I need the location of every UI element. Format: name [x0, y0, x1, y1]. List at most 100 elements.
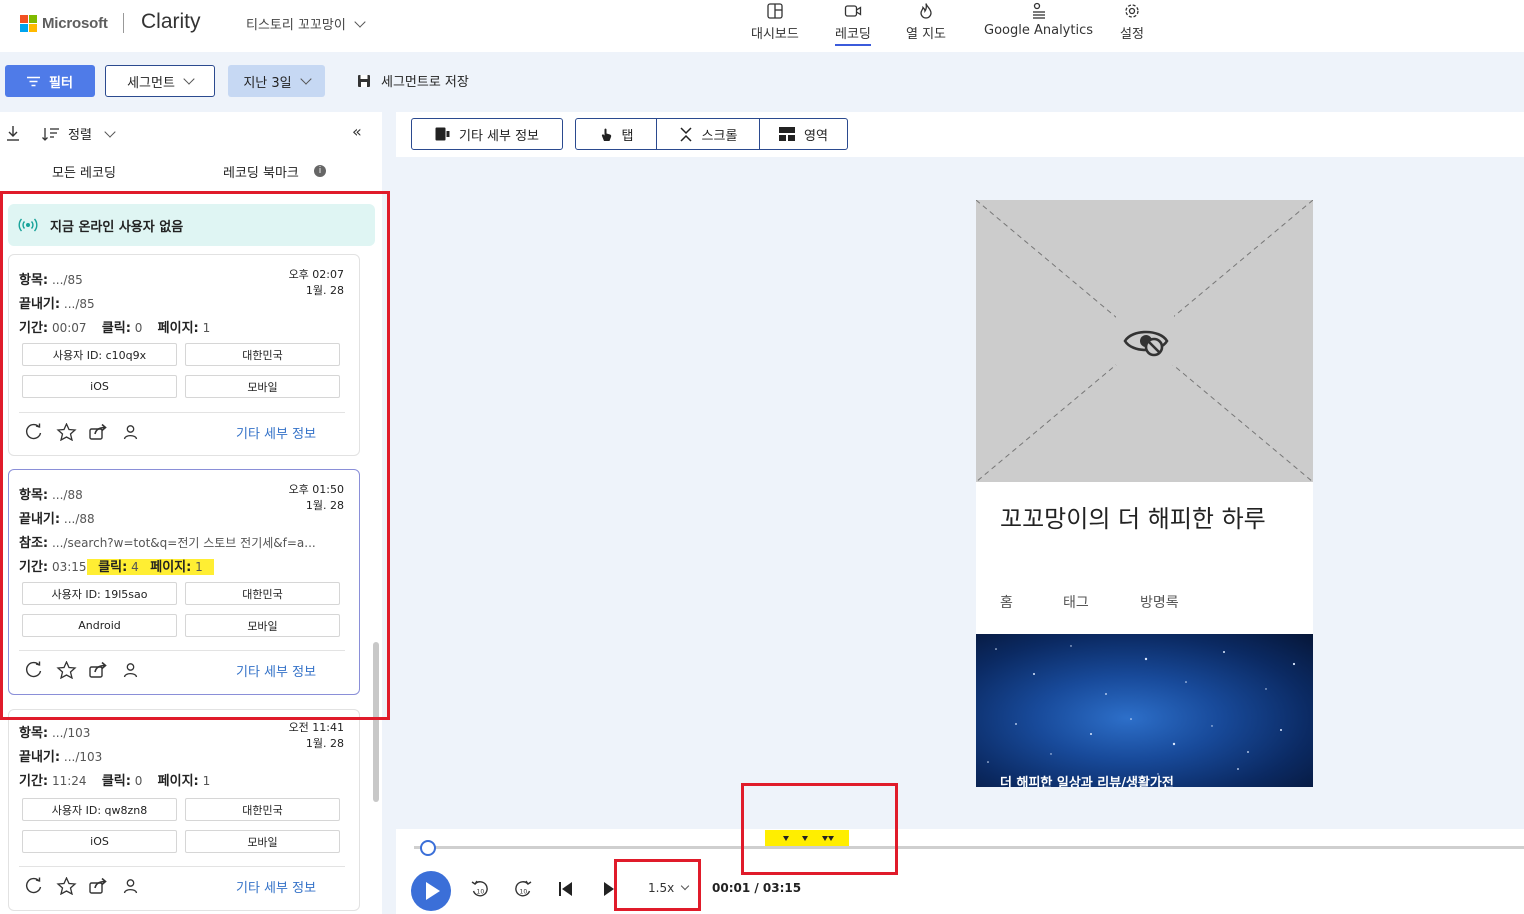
user-icon[interactable]: [120, 877, 141, 895]
scroll-toggle[interactable]: 스크롤: [656, 119, 759, 149]
save-segment-label: 세그먼트로 저장: [381, 75, 469, 90]
device-chip: 모바일: [185, 830, 340, 853]
forward-10-icon[interactable]: 10: [513, 879, 533, 899]
nav-label: 레코딩: [835, 23, 871, 46]
pages-label: 페이지:: [157, 774, 199, 789]
user-id-chip: 사용자 ID: qw8zn8: [22, 798, 177, 821]
duration-label: 기간:: [19, 774, 49, 789]
filter-label: 필터: [49, 75, 73, 91]
analytics-icon: [1030, 2, 1048, 20]
sort-label: 정렬: [68, 128, 92, 143]
card-divider: [19, 866, 345, 867]
play-icon: [426, 882, 440, 900]
area-toggle[interactable]: 영역: [759, 119, 847, 149]
star-icon[interactable]: [56, 877, 77, 895]
clicks-value: 0: [134, 774, 143, 788]
session-replay-viewport[interactable]: 꼬꼬망이의 더 해피한 하루 홈 태그 방명록 더 해피한 일상과 리뷰/생활가…: [976, 200, 1313, 787]
duration-value: 11:24: [51, 774, 87, 788]
list-tools: 정렬 «: [6, 122, 376, 144]
chevron-down-icon: [354, 15, 366, 28]
save-icon: [358, 74, 370, 87]
segment-dropdown[interactable]: 세그먼트: [105, 65, 215, 97]
recording-time: 오전 11:41: [288, 721, 344, 734]
details-label: 기타 세부 정보: [458, 128, 540, 144]
more-details-link[interactable]: 기타 세부 정보: [236, 877, 316, 896]
blog-nav-home[interactable]: 홈: [1000, 592, 1013, 612]
blog-title: 꼬꼬망이의 더 해피한 하루: [1000, 505, 1266, 533]
share-icon[interactable]: [88, 877, 109, 895]
os-chip: iOS: [22, 830, 177, 853]
sort-dropdown[interactable]: 정렬: [42, 124, 116, 143]
area-label: 영역: [804, 128, 828, 144]
video-icon: [844, 2, 862, 20]
nav-label: 설정: [1120, 27, 1144, 42]
microsoft-wordmark: Microsoft: [42, 15, 108, 32]
filter-button[interactable]: 필터: [5, 65, 95, 97]
skip-back-icon[interactable]: [557, 881, 575, 897]
playback-controls: 10 10 1.5x 00:01 / 03:15: [396, 829, 1524, 914]
dashboard-icon: [766, 2, 784, 20]
date-range-dropdown[interactable]: 지난 3일: [228, 65, 325, 97]
stats-row: 기간: 11:24 클릭: 0 페이지: 1: [19, 770, 210, 789]
details-button[interactable]: 기타 세부 정보: [411, 118, 563, 150]
overlay-toggle-group: 탭 스크롤 영역: [575, 118, 848, 150]
refresh-icon[interactable]: [24, 877, 45, 895]
rewind-10-icon[interactable]: 10: [470, 879, 490, 899]
entry-row: 항목: .../103: [19, 722, 90, 741]
details-panel-icon: [435, 127, 450, 141]
clicks-label: 클릭:: [101, 774, 131, 789]
nav-recordings[interactable]: 레코딩: [835, 2, 871, 46]
entry-label: 항목:: [19, 726, 49, 741]
date-range-label: 지난 3일: [243, 75, 292, 91]
masked-image-placeholder: [976, 200, 1313, 482]
tab-all-recordings[interactable]: 모든 레코딩: [52, 162, 116, 181]
recording-date: 1월. 28: [305, 737, 344, 750]
nav-google-analytics[interactable]: Google Analytics: [984, 2, 1093, 38]
nav-settings[interactable]: 설정: [1120, 2, 1144, 42]
progress-thumb[interactable]: [419, 840, 436, 856]
exit-label: 끝내기:: [19, 750, 61, 765]
blog-nav-tags[interactable]: 태그: [1063, 592, 1089, 612]
top-bar: Microsoft Clarity 티스토리 꼬꼬망이 대시보드 레코딩 열 지…: [0, 0, 1524, 52]
card-actions: [24, 877, 141, 895]
nav-label: 열 지도: [906, 27, 947, 42]
area-icon: [779, 127, 796, 141]
project-name: 티스토리 꼬꼬망이: [246, 18, 346, 33]
nav-heatmaps[interactable]: 열 지도: [906, 2, 946, 42]
chevron-down-icon: [183, 73, 195, 85]
exit-value: .../103: [63, 750, 103, 764]
annotation-box-speed: [614, 859, 701, 911]
tap-label: 탭: [621, 128, 634, 144]
pages-value: 1: [202, 774, 211, 788]
info-icon[interactable]: i: [314, 165, 326, 177]
entry-value: .../103: [51, 726, 91, 740]
recording-card[interactable]: 항목: .../103 끝내기: .../103 기간: 11:24 클릭: 0…: [8, 709, 360, 911]
microsoft-logo[interactable]: Microsoft: [20, 15, 108, 32]
blog-cover-image: [976, 634, 1313, 787]
scroll-icon: [680, 126, 692, 142]
gear-icon: [1123, 2, 1141, 20]
chevron-down-icon: [299, 73, 312, 85]
nav-label: Google Analytics: [984, 23, 1094, 38]
sort-icon: [42, 127, 59, 141]
download-icon[interactable]: [6, 125, 20, 141]
project-selector[interactable]: 티스토리 꼬꼬망이: [246, 14, 366, 33]
progress-track[interactable]: [414, 846, 1524, 849]
chevron-down-icon: [104, 125, 116, 138]
svg-text:10: 10: [477, 889, 485, 896]
collapse-panel-icon[interactable]: «: [352, 122, 362, 141]
annotation-box-markers: [741, 783, 898, 875]
tab-bookmarks[interactable]: 레코딩 북마크: [223, 162, 299, 181]
scroll-label: 스크롤: [701, 128, 738, 144]
nav-label: 대시보드: [751, 27, 799, 42]
save-as-segment-button[interactable]: 세그먼트로 저장: [357, 71, 469, 90]
app-name: Clarity: [141, 10, 201, 33]
play-button[interactable]: [411, 871, 451, 911]
exit-row: 끝내기: .../103: [19, 746, 102, 765]
blog-nav-guestbook[interactable]: 방명록: [1140, 592, 1179, 612]
tap-toggle[interactable]: 탭: [576, 119, 656, 149]
time-readout: 00:01 / 03:15: [712, 881, 802, 895]
header-divider: [123, 13, 124, 33]
nav-dashboard[interactable]: 대시보드: [751, 2, 799, 42]
annotation-box-recordings: [0, 191, 390, 720]
